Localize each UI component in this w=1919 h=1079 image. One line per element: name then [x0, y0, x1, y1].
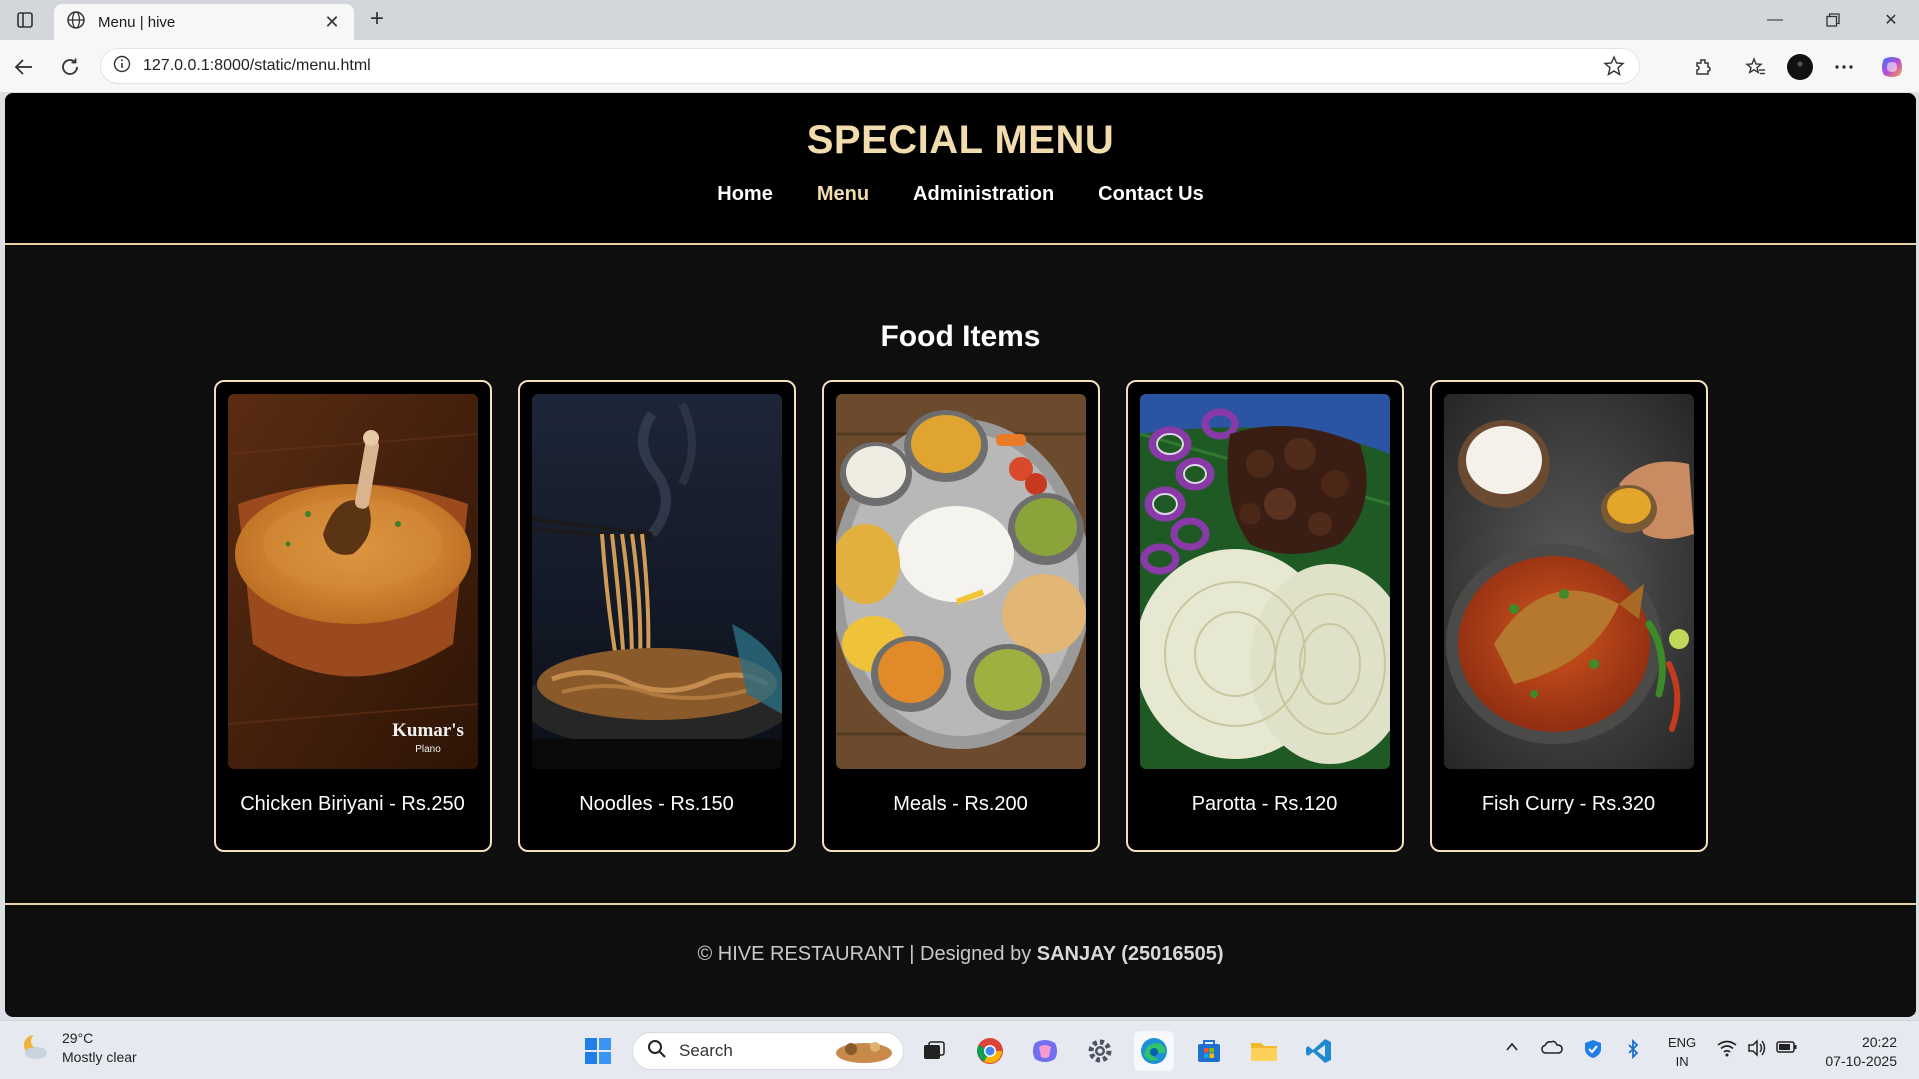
search-highlight-icon — [833, 1037, 895, 1070]
more-options-icon[interactable] — [1830, 53, 1858, 81]
weather-widget[interactable]: 29°C Mostly clear — [20, 1029, 137, 1067]
browser-toolbar: 127.0.0.1:8000/static/menu.html — [0, 40, 1919, 92]
food-caption: Meals - Rs.200 — [893, 793, 1028, 815]
bluetooth-icon[interactable] — [1626, 1038, 1640, 1062]
new-tab-icon[interactable]: + — [364, 7, 390, 32]
store-icon[interactable] — [1189, 1031, 1229, 1071]
food-caption: Noodles - Rs.150 — [579, 793, 734, 815]
vscode-icon[interactable] — [1299, 1031, 1339, 1071]
language-indicator[interactable]: ENG IN — [1668, 1033, 1696, 1071]
nav-contact-us[interactable]: Contact Us — [1098, 183, 1204, 206]
moon-cloud-icon — [20, 1031, 50, 1066]
meals-image — [835, 394, 1086, 769]
address-bar[interactable]: 127.0.0.1:8000/static/menu.html — [100, 48, 1640, 84]
food-caption: Chicken Biriyani - Rs.250 — [240, 793, 465, 815]
show-hidden-icons[interactable] — [1504, 1039, 1520, 1058]
close-icon[interactable]: ✕ — [322, 12, 342, 32]
search-placeholder: Search — [679, 1041, 733, 1060]
window-close-icon[interactable]: ✕ — [1878, 8, 1904, 32]
food-cards: Kumar's Plano Chicken Biriyani - Rs.250 — [5, 380, 1916, 852]
favorite-star-icon[interactable] — [1603, 55, 1625, 82]
food-caption: Parotta - Rs.120 — [1191, 793, 1338, 815]
browser-tab-bar: Menu | hive ✕ + — ✕ — [0, 0, 1919, 40]
nav-menu[interactable]: Menu — [817, 183, 869, 206]
main-content: Food Items Kumar's Plano Chicken Biriyan… — [5, 245, 1916, 903]
restore-icon[interactable] — [1820, 8, 1846, 32]
food-card-chicken-biriyani[interactable]: Kumar's Plano Chicken Biriyani - Rs.250 — [213, 380, 492, 852]
clock-date: 07-10-2025 — [1825, 1053, 1897, 1069]
volume-icon[interactable] — [1747, 1039, 1767, 1060]
noodles-image — [531, 394, 782, 769]
site-footer: © HIVE RESTAURANT | Designed by SANJAY (… — [5, 903, 1916, 1015]
copilot-icon[interactable] — [1878, 53, 1906, 81]
page-viewport: SPECIAL MENU Home Menu Administration Co… — [5, 93, 1916, 1017]
system-clock[interactable]: 20:22 07-10-2025 — [1825, 1033, 1897, 1071]
favorites-icon[interactable] — [1742, 53, 1770, 81]
language-code: ENG — [1668, 1035, 1697, 1050]
fish-curry-image — [1443, 394, 1694, 769]
food-caption: Fish Curry - Rs.320 — [1481, 793, 1656, 815]
file-explorer-icon[interactable] — [1244, 1031, 1284, 1071]
minimize-icon[interactable]: — — [1762, 8, 1788, 32]
taskbar: 29°C Mostly clear Search ENG IN 20:22 07… — [0, 1020, 1919, 1079]
food-card-meals[interactable]: Meals - Rs.200 — [821, 380, 1100, 852]
site-nav: Home Menu Administration Contact Us — [5, 183, 1916, 206]
food-card-noodles[interactable]: Noodles - Rs.150 — [517, 380, 796, 852]
settings-icon[interactable] — [1080, 1031, 1120, 1071]
taskbar-search[interactable]: Search — [632, 1032, 904, 1070]
search-icon — [647, 1039, 667, 1064]
globe-icon — [66, 10, 86, 35]
url-text[interactable]: 127.0.0.1:8000/static/menu.html — [143, 57, 371, 75]
region-code: IN — [1675, 1054, 1689, 1069]
refresh-icon[interactable] — [56, 53, 84, 81]
onedrive-icon[interactable] — [1541, 1039, 1563, 1058]
clock-time: 20:22 — [1861, 1034, 1897, 1050]
section-title: Food Items — [880, 320, 1041, 353]
site-header: SPECIAL MENU Home Menu Administration Co… — [5, 93, 1916, 245]
footer-text: © HIVE RESTAURANT | Designed by — [697, 943, 1037, 965]
start-button[interactable] — [578, 1031, 618, 1071]
security-shield-icon[interactable] — [1583, 1039, 1603, 1062]
weather-temperature: 29°C — [62, 1030, 94, 1046]
site-info-icon[interactable] — [113, 55, 131, 78]
food-card-parotta[interactable]: Parotta - Rs.120 — [1125, 380, 1404, 852]
site-title: SPECIAL MENU — [806, 118, 1115, 162]
copilot-app-icon[interactable] — [1025, 1031, 1065, 1071]
back-icon[interactable] — [10, 53, 38, 81]
footer-author: SANJAY (25016505) — [1036, 943, 1224, 965]
nav-administration[interactable]: Administration — [913, 183, 1054, 206]
tab-actions-icon[interactable] — [12, 8, 38, 32]
extensions-icon[interactable] — [1690, 53, 1718, 81]
task-view-icon[interactable] — [914, 1031, 954, 1071]
biriyani-watermark: Kumar's — [392, 720, 464, 741]
chicken-biriyani-image: Kumar's Plano — [227, 394, 478, 769]
tab-title: Menu | hive — [98, 13, 176, 31]
nav-home[interactable]: Home — [717, 183, 773, 206]
biriyani-watermark-sub: Plano — [415, 744, 441, 755]
wifi-icon[interactable] — [1717, 1039, 1737, 1060]
browser-tab[interactable]: Menu | hive ✕ — [54, 4, 354, 40]
weather-condition: Mostly clear — [62, 1049, 137, 1065]
food-card-fish-curry[interactable]: Fish Curry - Rs.320 — [1429, 380, 1708, 852]
edge-icon[interactable] — [1134, 1031, 1174, 1071]
parotta-image — [1139, 394, 1390, 769]
profile-avatar[interactable] — [1786, 53, 1814, 81]
chrome-icon[interactable] — [970, 1031, 1010, 1071]
battery-icon[interactable] — [1776, 1039, 1798, 1058]
